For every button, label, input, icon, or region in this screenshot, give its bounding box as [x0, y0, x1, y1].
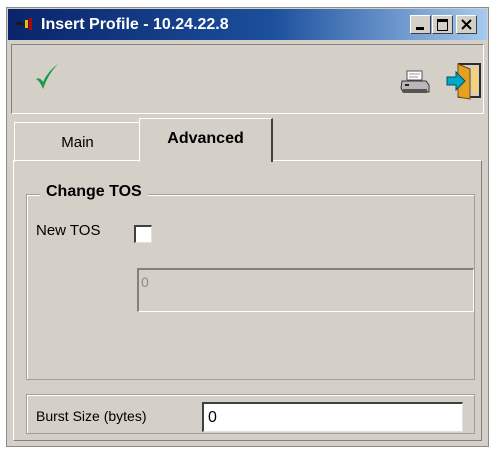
tab-strip: Main Advanced	[8, 116, 487, 162]
new-tos-checkbox[interactable]	[134, 225, 152, 243]
window-title: Insert Profile - 10.24.22.8	[41, 16, 229, 33]
check-icon[interactable]	[34, 62, 60, 92]
maximize-button[interactable]	[432, 15, 453, 34]
title-bar[interactable]: Insert Profile - 10.24.22.8	[8, 9, 487, 40]
minimize-button[interactable]	[410, 15, 431, 34]
insert-profile-window: Insert Profile - 10.24.22.8 Main Advance…	[6, 7, 489, 447]
burst-size-label: Burst Size (bytes)	[36, 408, 147, 424]
tab-advanced[interactable]: Advanced	[139, 118, 273, 162]
close-button[interactable]	[456, 15, 477, 34]
toolbar	[11, 44, 484, 114]
new-tos-label: New TOS	[36, 222, 101, 239]
advanced-panel: Change TOS New TOS 0 Burst Size (bytes)	[13, 160, 482, 441]
tos-value-field[interactable]: 0	[137, 268, 474, 312]
exit-icon[interactable]	[446, 62, 482, 100]
close-icon	[461, 19, 472, 30]
app-icon	[16, 18, 32, 30]
printer-icon[interactable]	[400, 70, 430, 96]
change-tos-legend: Change TOS	[40, 181, 148, 203]
tab-main[interactable]: Main	[14, 122, 140, 162]
burst-size-input[interactable]	[202, 402, 463, 432]
